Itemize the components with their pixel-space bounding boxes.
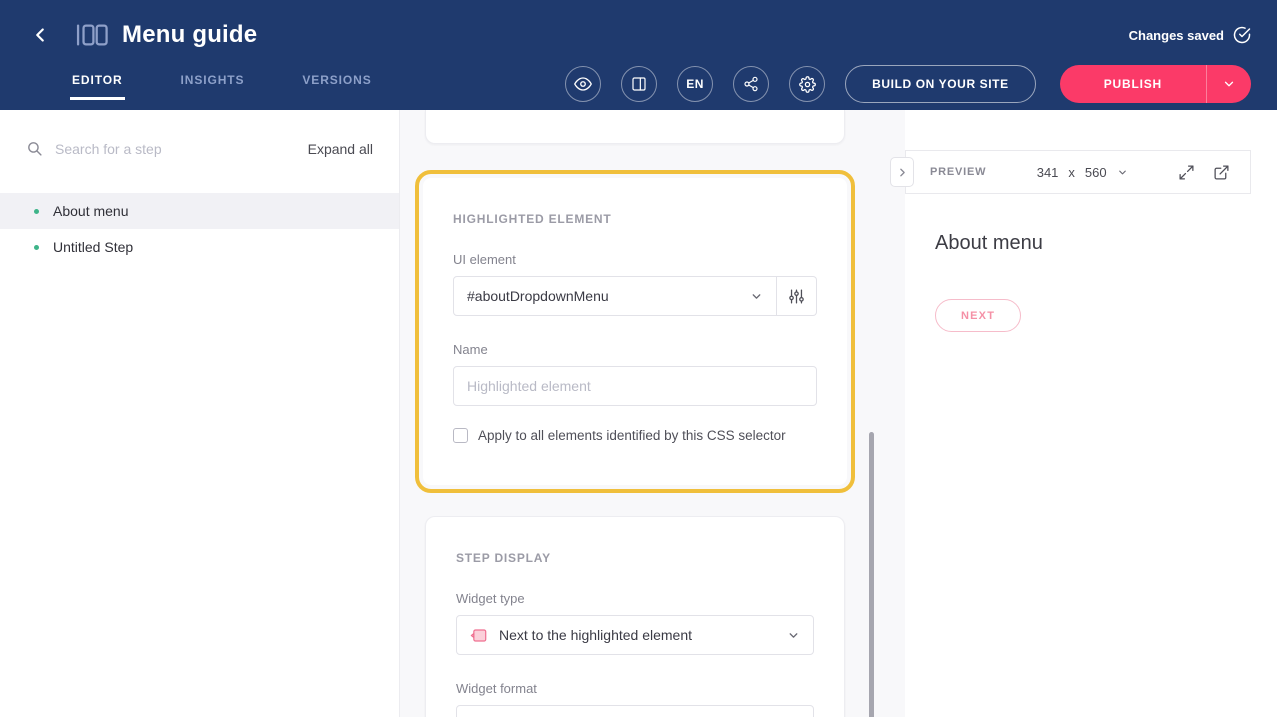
widget-type-label: Widget type [456,591,814,606]
share-icon [743,76,759,92]
eye-icon [574,75,592,93]
external-link-icon [1213,164,1230,181]
name-label: Name [453,342,817,357]
apply-all-checkbox[interactable] [453,428,468,443]
previous-settings-card [425,110,845,144]
chevron-down-icon [1222,77,1236,91]
publish-dropdown-button[interactable] [1207,65,1251,103]
gear-icon [799,76,816,93]
step-list: About menu Untitled Step [0,193,399,265]
section-heading: STEP DISPLAY [456,551,814,565]
main-scrollbar[interactable] [869,432,874,717]
apply-all-checkbox-row: Apply to all elements identified by this… [453,428,817,443]
editor-canvas: HIGHLIGHTED ELEMENT UI element #aboutDro… [400,110,905,717]
preview-eye-button[interactable] [565,66,601,102]
ui-element-select[interactable]: #aboutDropdownMenu [453,276,777,316]
widget-format-select[interactable] [456,705,814,717]
chevron-down-icon [750,290,763,303]
tab-editor[interactable]: EDITOR [70,69,125,100]
element-picker-button[interactable] [777,276,817,316]
preview-content: About menu NEXT [905,194,1251,717]
app-logo-icon [76,22,108,48]
ui-element-label: UI element [453,252,817,267]
apply-all-label: Apply to all elements identified by this… [478,428,786,443]
language-button[interactable]: EN [677,66,713,102]
widget-type-select[interactable]: Next to the highlighted element [456,615,814,655]
preview-panel: PREVIEW 341 x 560 [905,110,1277,717]
widget-tooltip-icon [470,627,487,644]
check-circle-icon [1233,26,1251,44]
settings-button[interactable] [789,66,825,102]
layout-button[interactable] [621,66,657,102]
app-window: Menu guide Changes saved EDITOR INSIGHTS… [0,0,1277,717]
sliders-icon [788,288,805,305]
chevron-down-icon [1117,167,1128,178]
publish-button-group: PUBLISH [1060,65,1251,103]
preview-next-button[interactable]: NEXT [935,299,1021,332]
widget-format-label: Widget format [456,681,814,696]
preview-width-value: 341 [1037,165,1059,180]
chevron-down-icon [787,629,800,642]
preview-height-value: 560 [1085,165,1107,180]
language-badge: EN [686,77,704,91]
preview-header: PREVIEW 341 x 560 [905,150,1251,194]
step-search-input[interactable] [55,141,308,157]
tab-versions[interactable]: VERSIONS [300,69,373,100]
section-heading: HIGHLIGHTED ELEMENT [453,212,817,226]
publish-button[interactable]: PUBLISH [1060,65,1206,103]
top-bar: Menu guide Changes saved EDITOR INSIGHTS… [0,0,1277,110]
chevron-left-icon [29,24,51,46]
back-button[interactable] [26,21,54,49]
step-item-label: Untitled Step [53,239,133,255]
highlighted-element-card: HIGHLIGHTED ELEMENT UI element #aboutDro… [423,178,847,485]
ui-element-value: #aboutDropdownMenu [467,288,609,304]
header-tabs: EDITOR INSIGHTS VERSIONS [70,62,428,106]
element-name-input[interactable] [453,366,817,406]
preview-size-separator: x [1068,165,1075,180]
search-icon [26,140,43,157]
changes-saved-status: Changes saved [1129,26,1251,44]
preview-size-select[interactable]: 341 x 560 [1037,165,1128,180]
step-item-untitled[interactable]: Untitled Step [0,229,399,265]
widget-type-value: Next to the highlighted element [499,627,692,643]
open-external-button[interactable] [1213,164,1230,181]
layout-panel-icon [631,76,647,92]
expand-preview-button[interactable] [1178,164,1195,181]
tab-insights[interactable]: INSIGHTS [179,69,247,100]
collapse-preview-button[interactable] [890,157,914,187]
step-dot-icon [34,245,39,250]
chevron-right-icon [896,166,909,179]
expand-all-link[interactable]: Expand all [308,141,373,157]
maximize-icon [1178,164,1195,181]
page-title: Menu guide [122,21,257,49]
preview-step-title: About menu [935,232,1251,255]
highlighted-card-outline: HIGHLIGHTED ELEMENT UI element #aboutDro… [415,170,855,493]
step-item-label: About menu [53,203,129,219]
step-display-card: STEP DISPLAY Widget type Next to the hig… [425,516,845,717]
share-button[interactable] [733,66,769,102]
step-item-about-menu[interactable]: About menu [0,193,399,229]
preview-label: PREVIEW [930,166,986,178]
step-dot-icon [34,209,39,214]
steps-sidebar: Expand all About menu Untitled Step [0,110,400,717]
build-on-site-button[interactable]: BUILD ON YOUR SITE [845,65,1036,103]
